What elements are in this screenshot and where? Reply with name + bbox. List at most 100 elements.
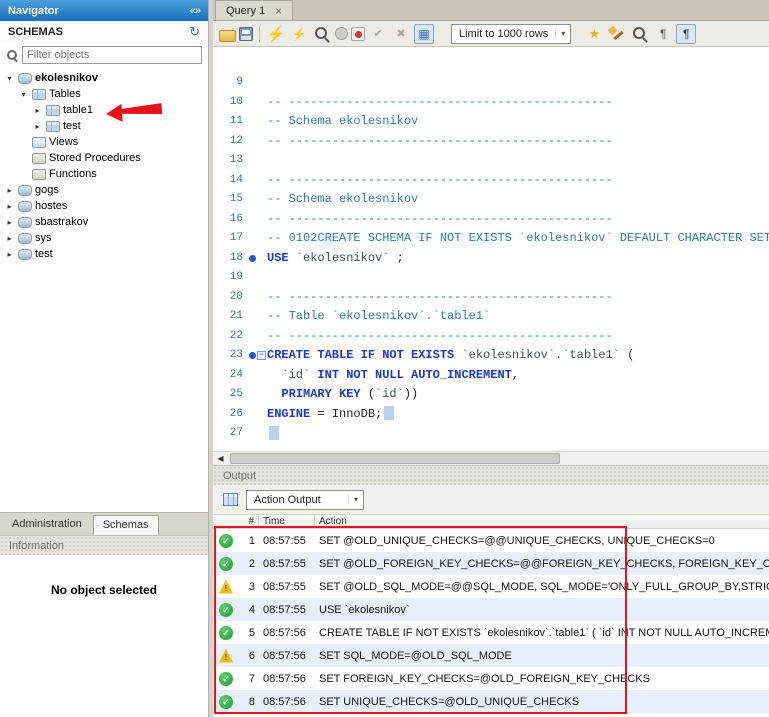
output-row[interactable]: ✓508:57:56CREATE TABLE IF NOT EXISTS `ek… [213,621,769,644]
tree-item-views[interactable]: Views [0,134,208,150]
tree-item-tables[interactable]: ▾ Tables [0,86,208,102]
tree-item-label[interactable]: hostes [35,200,67,212]
editor-line[interactable]: 26ENGINE = InnoDB; [213,405,769,425]
output-row[interactable]: ✓108:57:55SET @OLD_UNIQUE_CHECKS=@@UNIQU… [213,529,769,552]
expand-icon[interactable]: ▸ [4,234,15,243]
tree-item-label[interactable]: sys [35,232,52,244]
toggle-invisibles-icon[interactable]: ¶ [653,24,673,44]
execute-statement-icon[interactable]: ⚡ [289,24,309,44]
save-script-icon[interactable] [239,27,253,41]
scroll-left-icon[interactable]: ◀ [213,452,228,465]
editor-line[interactable]: 27 [213,424,769,444]
editor-line[interactable]: 19 [213,268,769,288]
row-action: SET @OLD_FOREIGN_KEY_CHECKS=@@FOREIGN_KE… [313,558,769,570]
collapse-icon[interactable]: ▾ [4,74,15,83]
sql-code-editor[interactable]: 910-- ----------------------------------… [213,47,769,451]
output-view-select[interactable]: Action Output ▾ [246,490,364,510]
toggle-wrap-icon[interactable]: ¶ [676,24,696,44]
tree-item-label[interactable]: table1 [63,104,93,116]
find-icon[interactable] [630,24,650,44]
editor-horizontal-scrollbar[interactable]: ◀ [213,451,769,465]
refresh-schemas-icon[interactable]: ↻ [189,24,200,40]
editor-line[interactable]: 21-- Table `ekolesnikov`.`table1` [213,307,769,327]
code-text: -- -------------------------------------… [267,93,613,113]
close-tab-icon[interactable]: × [275,6,282,16]
code-text: -- Schema ekolesnikov [267,190,418,210]
tree-item-table1[interactable]: ▸ table1 [0,102,208,118]
tree-item-label[interactable]: Stored Procedures [49,152,141,164]
tree-item-functions[interactable]: Functions [0,166,208,182]
beautify-icon[interactable]: ★ [584,24,604,44]
editor-line[interactable]: 10-- -----------------------------------… [213,93,769,113]
fold-icon[interactable]: − [257,351,266,360]
column-header-time[interactable]: Time [259,515,315,528]
editor-line[interactable]: 12-- -----------------------------------… [213,132,769,152]
tab-query-1[interactable]: Query 1 × [215,0,293,20]
column-header-action[interactable]: Action [315,515,769,528]
expand-icon[interactable]: ▸ [4,186,15,195]
expand-icon[interactable]: ▸ [32,106,43,115]
tree-item-label[interactable]: test [63,120,81,132]
tree-item-ekolesnikov[interactable]: ▾ ekolesnikov [0,70,208,86]
tab-schemas[interactable]: Schemas [93,515,159,535]
expand-icon[interactable]: ▸ [4,250,15,259]
collapse-panel-icon[interactable]: «» [190,5,200,17]
tree-item-sys[interactable]: ▸ sys [0,230,208,246]
tree-item-label[interactable]: Functions [49,168,97,180]
execute-script-icon[interactable]: ⚡ [266,24,286,44]
tree-item-test[interactable]: ▸ test [0,246,208,262]
output-row[interactable]: ✓208:57:55SET @OLD_FOREIGN_KEY_CHECKS=@@… [213,552,769,575]
editor-line[interactable]: 16-- -----------------------------------… [213,210,769,230]
column-header-num[interactable]: # [213,515,259,528]
editor-line[interactable]: 23−CREATE TABLE IF NOT EXISTS `ekolesnik… [213,346,769,366]
tree-item-label[interactable]: test [35,248,53,260]
tree-item-label[interactable]: gogs [35,184,59,196]
filter-input[interactable] [22,46,202,64]
editor-line[interactable]: 18USE `ekolesnikov` ; [213,249,769,269]
limit-rows-select[interactable]: Limit to 1000 rows▾ [451,24,571,44]
stop-query-icon[interactable] [335,27,348,40]
stop-on-error-icon[interactable] [351,27,365,41]
tab-administration[interactable]: Administration [2,514,92,535]
code-text: `id` INT NOT NULL AUTO_INCREMENT, [267,366,519,386]
rollback-icon[interactable]: ✖ [391,24,411,44]
line-number: 11 [213,112,247,132]
output-row[interactable]: !308:57:55SET @OLD_SQL_MODE=@@SQL_MODE, … [213,575,769,598]
editor-line[interactable]: 22-- -----------------------------------… [213,327,769,347]
editor-line[interactable]: 17-- 0102CREATE SCHEMA IF NOT EXISTS `ek… [213,229,769,249]
open-script-icon[interactable] [219,30,236,42]
editor-line[interactable]: 24 `id` INT NOT NULL AUTO_INCREMENT, [213,366,769,386]
output-row[interactable]: ✓708:57:56SET FOREIGN_KEY_CHECKS=@OLD_FO… [213,667,769,690]
editor-line[interactable]: 9 [213,73,769,93]
editor-line[interactable]: 20-- -----------------------------------… [213,288,769,308]
collapse-icon[interactable]: ▾ [18,90,29,99]
expand-icon[interactable]: ▸ [4,218,15,227]
tree-item-test[interactable]: ▸ test [0,118,208,134]
output-row[interactable]: ✓408:57:55USE `ekolesnikov` [213,598,769,621]
expand-icon[interactable]: ▸ [4,202,15,211]
toggle-autocommit-icon[interactable]: ▦ [414,24,434,44]
code-text: USE `ekolesnikov` ; [267,249,404,269]
scrollbar-thumb[interactable] [230,453,560,464]
editor-line[interactable]: 15-- Schema ekolesnikov [213,190,769,210]
expand-icon[interactable]: ▸ [32,122,43,131]
commit-icon[interactable]: ✔ [368,24,388,44]
tree-item-sbastrakov[interactable]: ▸ sbastrakov [0,214,208,230]
output-row[interactable]: !608:57:56SET SQL_MODE=@OLD_SQL_MODE [213,644,769,667]
editor-line[interactable]: 11-- Schema ekolesnikov [213,112,769,132]
tree-item-label[interactable]: Views [49,136,78,148]
output-row[interactable]: ✓808:57:56SET UNIQUE_CHECKS=@OLD_UNIQUE_… [213,690,769,713]
clean-icon[interactable] [607,24,627,44]
tree-item-gogs[interactable]: ▸ gogs [0,182,208,198]
tree-item-label[interactable]: Tables [49,88,81,100]
code-text: -- -------------------------------------… [267,210,613,230]
tree-item-stored-procedures[interactable]: Stored Procedures [0,150,208,166]
scrollbar-track[interactable] [228,452,769,465]
tree-item-hostes[interactable]: ▸ hostes [0,198,208,214]
tree-item-label[interactable]: sbastrakov [35,216,88,228]
explain-statement-icon[interactable] [312,24,332,44]
tree-item-label[interactable]: ekolesnikov [35,72,98,84]
editor-line[interactable]: 13 [213,151,769,171]
editor-line[interactable]: 25 PRIMARY KEY (`id`)) [213,385,769,405]
editor-line[interactable]: 14-- -----------------------------------… [213,171,769,191]
